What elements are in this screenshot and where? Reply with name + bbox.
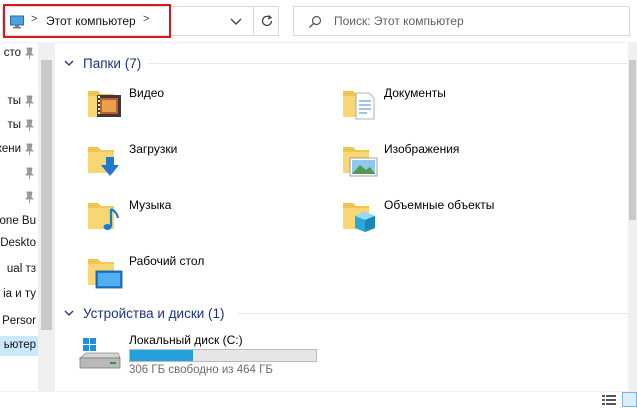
sidebar-item[interactable] (0, 188, 38, 208)
explorer-window: > Этот компьютер > Поиск: Этот компьютер… (0, 0, 637, 408)
folder-item[interactable]: Музыка (58, 195, 288, 245)
pictures-folder-icon (343, 147, 378, 177)
tiles-view-icon[interactable] (622, 392, 637, 407)
search-box[interactable]: Поиск: Этот компьютер (293, 6, 630, 36)
sidebar-item[interactable]: Persor (0, 312, 38, 332)
sidebar-item-label: ты (7, 119, 21, 131)
drive-free-space: 306 ГБ свободно из 464 ГБ (129, 364, 273, 376)
folder-name[interactable]: Документы (384, 86, 446, 100)
group-header-folders[interactable]: Папки (7) (63, 53, 141, 73)
drive-usage-bar (129, 349, 317, 362)
sidebar-item-label: ьютер (3, 339, 36, 351)
sidebar-item[interactable]: ты (0, 116, 38, 136)
group-divider (238, 313, 628, 314)
drive-name[interactable]: Локальный диск (C:) (129, 333, 243, 347)
address-highlight-box (3, 4, 171, 38)
content-scrollbar-thumb[interactable] (629, 60, 636, 220)
refresh-icon[interactable] (260, 14, 274, 28)
chevron-down-icon[interactable] (63, 307, 75, 319)
details-view-icon[interactable] (602, 394, 616, 406)
sidebar-item-label: hone Bu (0, 215, 36, 227)
folder-item[interactable]: Загрузки (58, 139, 288, 189)
chevron-down-icon[interactable] (229, 16, 243, 28)
pin-icon[interactable] (23, 191, 35, 204)
sidebar-item[interactable] (0, 164, 38, 184)
pin-icon[interactable] (23, 167, 35, 180)
sidebar-item[interactable]: ты (0, 92, 38, 112)
status-bar (0, 391, 637, 408)
group-title: Устройства и диски (1) (83, 305, 225, 321)
sidebar-item-label: Persor (2, 315, 36, 327)
sidebar-item[interactable]: Deskto (0, 234, 38, 254)
folder-name[interactable]: Видео (129, 86, 164, 100)
video-folder-icon (88, 91, 121, 117)
folder-item[interactable]: Рабочий стол (58, 251, 288, 301)
drive-item[interactable]: Локальный диск (C:) 306 ГБ свободно из 4… (74, 330, 334, 385)
sidebar-item[interactable]: ьютер (0, 336, 38, 356)
hard-drive-icon (78, 338, 121, 369)
desktop-folder-icon (88, 259, 123, 289)
sidebar-item[interactable]: жени (0, 140, 38, 160)
folder-item[interactable]: Документы (313, 83, 543, 133)
navigation-pane[interactable]: доступстотытыжениhone BuDesktoual тзia и… (0, 43, 38, 393)
folder-item[interactable]: Видео (58, 83, 288, 133)
search-input[interactable]: Поиск: Этот компьютер (334, 14, 464, 28)
sidebar-item[interactable]: hone Bu (0, 212, 38, 232)
pin-icon[interactable] (23, 95, 35, 108)
folder-name[interactable]: Музыка (129, 198, 171, 212)
sidebar-item-label: ual тз (6, 263, 36, 275)
pin-icon[interactable] (23, 47, 35, 60)
folder-item[interactable]: Изображения (313, 139, 543, 189)
content-area: Папки (7) Видео Документы Загрузки Изобр… (58, 43, 628, 388)
sidebar-item-label: сто (3, 47, 21, 59)
folder-name[interactable]: Изображения (384, 142, 459, 156)
group-header-devices[interactable]: Устройства и диски (1) (63, 303, 225, 323)
chevron-down-icon[interactable] (63, 57, 75, 69)
folder-item[interactable]: Объемные объекты (313, 195, 543, 245)
downloads-folder-icon (88, 147, 119, 176)
group-divider (148, 63, 628, 64)
sidebar-item-label: жени (0, 143, 21, 155)
pin-icon[interactable] (23, 119, 35, 132)
documents-folder-icon (343, 91, 375, 120)
sidebar-item[interactable]: ual тз (0, 260, 38, 280)
search-icon (309, 15, 322, 28)
3d-objects-folder-icon (343, 203, 375, 232)
address-divider (253, 7, 254, 35)
music-folder-icon (88, 203, 120, 230)
sidebar-item-label: Deskto (0, 237, 36, 249)
drive-usage-fill (130, 350, 194, 361)
sidebar-item[interactable]: ia и ту (0, 285, 38, 305)
sidebar-item-label: ты (7, 95, 21, 107)
group-title: Папки (7) (83, 55, 142, 71)
pin-icon[interactable] (23, 143, 35, 156)
folder-name[interactable]: Загрузки (129, 142, 177, 156)
sidebar-item[interactable]: сто (0, 44, 38, 64)
folder-name[interactable]: Рабочий стол (129, 254, 204, 268)
sidebar-item-label: ia и ту (3, 288, 36, 300)
nav-scrollbar-thumb[interactable] (41, 60, 52, 330)
folder-name[interactable]: Объемные объекты (384, 198, 494, 212)
